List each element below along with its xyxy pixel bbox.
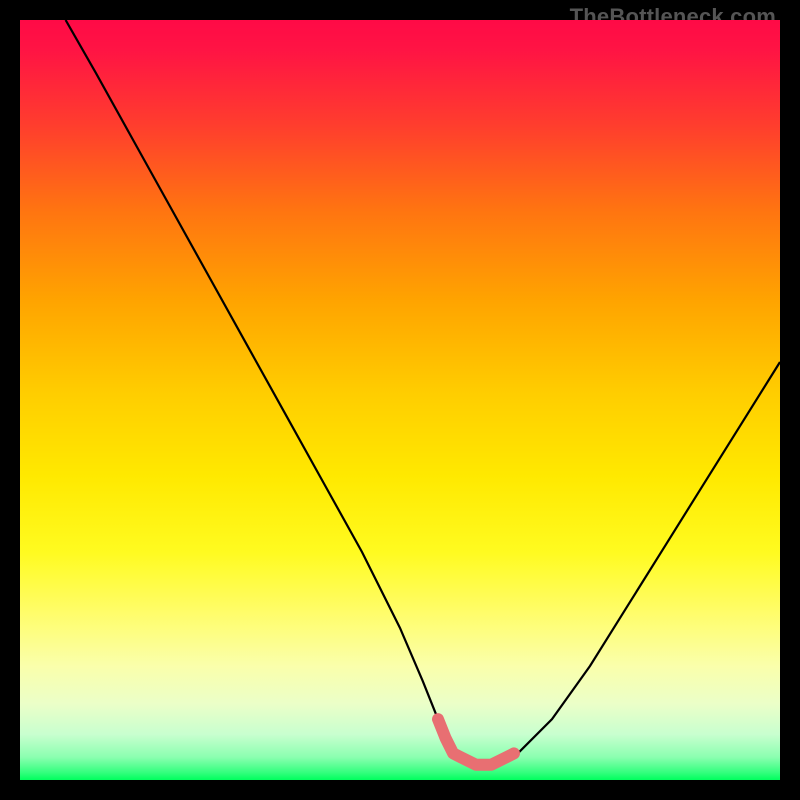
optimal-band <box>438 719 514 765</box>
bottleneck-curve <box>66 20 780 765</box>
plot-area <box>20 20 780 780</box>
chart-frame: TheBottleneck.com <box>0 0 800 800</box>
chart-svg <box>20 20 780 780</box>
